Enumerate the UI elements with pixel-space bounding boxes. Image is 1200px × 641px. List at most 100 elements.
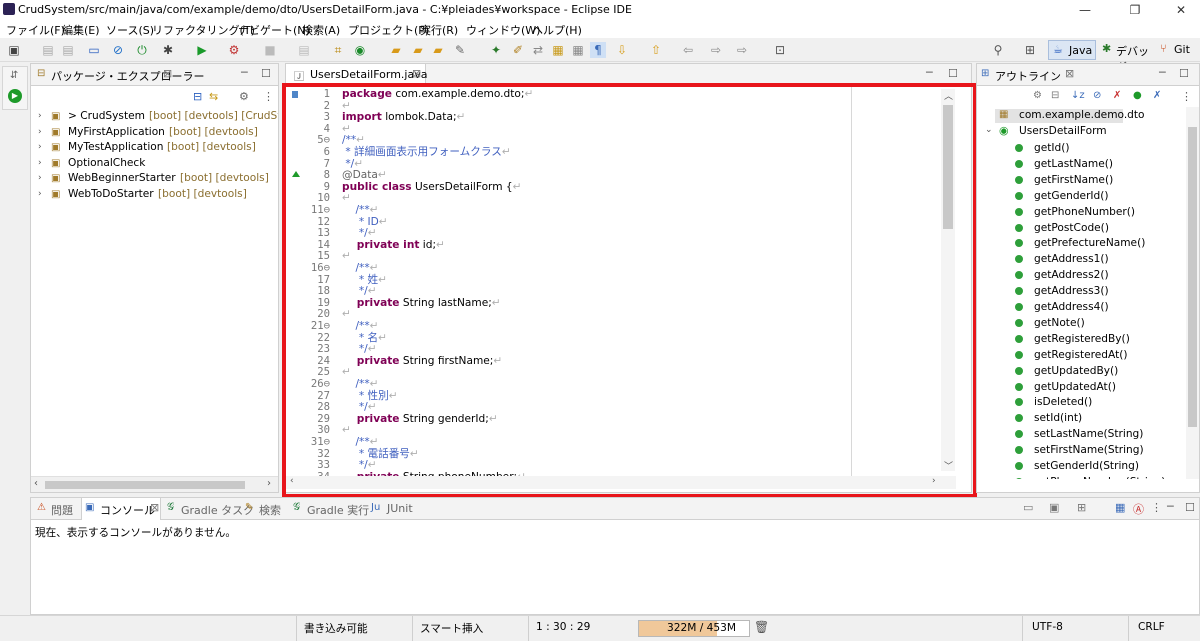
terminal-icon[interactable]: ▭ bbox=[86, 42, 102, 58]
close-editor-icon[interactable]: ⊠ bbox=[412, 67, 421, 80]
outline-scrollbar[interactable] bbox=[1186, 107, 1199, 479]
debug-perspective-button[interactable]: ✱ デバッグ bbox=[1100, 40, 1154, 74]
scroll-right-icon[interactable]: › bbox=[267, 478, 271, 489]
forward-dropdown-icon[interactable]: ⇨ bbox=[734, 42, 750, 58]
filter-icon[interactable]: ⚙ bbox=[239, 90, 249, 103]
forward-icon[interactable]: ⇨ bbox=[708, 42, 724, 58]
show-whitespace-icon[interactable]: ¶ bbox=[590, 42, 606, 58]
expand-class-icon[interactable]: ⌄ bbox=[985, 125, 993, 135]
code-line[interactable]: 22 * 名↵ bbox=[306, 332, 846, 345]
menu-search[interactable]: 検索(A) bbox=[302, 22, 340, 38]
hide-local-types-icon[interactable]: ✗ bbox=[1153, 90, 1161, 101]
run-icon[interactable]: ▶ bbox=[194, 42, 210, 58]
menu-run[interactable]: 実行(R) bbox=[420, 22, 458, 38]
relaunch-icon[interactable]: ▤ bbox=[296, 42, 312, 58]
tab-problems[interactable]: 問題 bbox=[51, 502, 73, 518]
tab-search[interactable]: 検索 bbox=[259, 502, 281, 518]
close-view-icon[interactable]: ⊠ bbox=[163, 67, 172, 80]
editor-scroll-right-icon[interactable]: › bbox=[932, 476, 936, 486]
scroll-thumb[interactable] bbox=[45, 481, 245, 489]
outline-member[interactable]: getUpdatedBy() bbox=[1015, 364, 1118, 380]
code-line[interactable]: 12 * ID↵ bbox=[306, 216, 846, 229]
spring-boot-icon[interactable]: ⏻ bbox=[134, 42, 150, 58]
outline-member[interactable]: getAddress4() bbox=[1015, 300, 1109, 316]
minimize-outline-icon[interactable]: ─ bbox=[1159, 66, 1166, 79]
toggle-mark-icon[interactable]: ✐ bbox=[510, 42, 526, 58]
scroll-left-icon[interactable]: ‹ bbox=[34, 478, 38, 489]
display-console-icon[interactable]: ▣ bbox=[1049, 501, 1059, 514]
java-perspective-button[interactable]: ☕ Java bbox=[1048, 40, 1096, 60]
code-line[interactable]: 16⊖ /**↵ bbox=[306, 262, 846, 275]
minimize-editor-icon[interactable]: ─ bbox=[926, 66, 933, 79]
open-task-icon[interactable]: ▰ bbox=[410, 42, 426, 58]
maximize-console-icon[interactable]: ☐ bbox=[1185, 501, 1195, 514]
outline-member[interactable]: setId(int) bbox=[1015, 411, 1082, 427]
remove-launch-icon[interactable]: Ⓐ bbox=[1133, 501, 1144, 517]
outline-member[interactable]: getAddress3() bbox=[1015, 284, 1109, 300]
stop-icon[interactable]: ■ bbox=[262, 42, 278, 58]
tab-junit[interactable]: JUnit bbox=[387, 502, 413, 515]
outline-menu-icon[interactable]: ⋮ bbox=[1181, 90, 1192, 103]
outline-member[interactable]: getPrefectureName() bbox=[1015, 236, 1145, 252]
code-line[interactable]: 32 * 電話番号↵ bbox=[306, 448, 846, 461]
code-line[interactable]: 6 * 詳細画面表示用フォームクラス↵ bbox=[306, 146, 846, 159]
menu-project[interactable]: プロジェクト(P) bbox=[348, 22, 429, 38]
menu-navigate[interactable]: ナビゲート(N) bbox=[238, 22, 310, 38]
scroll-up-icon[interactable]: ︿ bbox=[944, 89, 953, 102]
outline-member[interactable]: setGenderId(String) bbox=[1015, 459, 1139, 475]
minimize-console-icon[interactable]: ─ bbox=[1167, 500, 1174, 513]
code-line[interactable]: 7 */↵ bbox=[306, 158, 846, 171]
sort-az-icon[interactable]: ↓z bbox=[1071, 90, 1085, 101]
skip-breakpoints-icon[interactable]: ⊘ bbox=[110, 42, 126, 58]
minimize-button[interactable]: — bbox=[1062, 0, 1108, 20]
expand-icon[interactable]: › bbox=[38, 156, 42, 172]
code-line[interactable]: 21⊖ /**↵ bbox=[306, 320, 846, 333]
open-console-icon[interactable]: ▭ bbox=[1023, 501, 1033, 514]
outline-member[interactable]: getRegisteredAt() bbox=[1015, 348, 1128, 364]
editor-tab-active[interactable]: 🄹 UsersDetailForm.java ⊠ bbox=[286, 64, 427, 86]
status-encoding[interactable]: UTF-8 bbox=[1032, 621, 1063, 633]
pin-console-icon[interactable]: ▦ bbox=[1115, 501, 1125, 514]
marker-icon[interactable]: ✦ bbox=[488, 42, 504, 58]
git-perspective-button[interactable]: ⑂ Git bbox=[1158, 40, 1198, 60]
code-line[interactable]: 19 private String lastName;↵ bbox=[306, 297, 846, 310]
open-perspective-icon[interactable]: ⊞ bbox=[1022, 42, 1038, 58]
close-button[interactable]: ✕ bbox=[1158, 0, 1200, 20]
new-class-icon[interactable]: ◉ bbox=[352, 42, 368, 58]
code-editor[interactable]: 1 package com.example.demo.dto;↵ 2 ↵ 3 import… bbox=[286, 87, 971, 492]
external-tools-icon[interactable]: ⚙ bbox=[226, 42, 242, 58]
previous-edit-icon[interactable]: ⇧ bbox=[648, 42, 664, 58]
code-line[interactable]: 27 * 性別↵ bbox=[306, 390, 846, 403]
new-java-project-icon[interactable]: ⌗ bbox=[330, 42, 346, 58]
code-line[interactable]: 1 package com.example.demo.dto;↵ bbox=[306, 88, 846, 101]
outline-member[interactable]: getNote() bbox=[1015, 316, 1085, 332]
code-line[interactable]: 20 ↵ bbox=[306, 309, 846, 321]
code-line[interactable]: 4 ↵ bbox=[306, 123, 846, 136]
outline-member[interactable]: getAddress1() bbox=[1015, 252, 1109, 268]
garbage-collect-icon[interactable]: 🗑 bbox=[754, 620, 769, 634]
hide-fields-icon[interactable]: ⊘ bbox=[1093, 90, 1101, 101]
open-type-icon[interactable]: ▰ bbox=[388, 42, 404, 58]
status-line-ending[interactable]: CRLF bbox=[1138, 621, 1165, 633]
outline-member[interactable]: getFirstName() bbox=[1015, 173, 1113, 189]
maximize-view-icon[interactable]: ☐ bbox=[261, 67, 271, 80]
outline-class[interactable]: UsersDetailForm bbox=[1019, 125, 1107, 137]
back-icon[interactable]: ⇦ bbox=[680, 42, 696, 58]
code-line[interactable]: 17 * 姓↵ bbox=[306, 274, 846, 287]
save-all-icon[interactable]: ▤ bbox=[60, 42, 76, 58]
code-line[interactable]: 24 private String firstName;↵ bbox=[306, 355, 846, 368]
hide-static-icon[interactable]: ✗ bbox=[1113, 90, 1121, 101]
code-line[interactable]: 30 ↵ bbox=[306, 425, 846, 437]
scroll-down-icon[interactable]: ﹀ bbox=[944, 459, 953, 472]
outline-member[interactable]: setLastName(String) bbox=[1015, 427, 1143, 443]
expand-icon[interactable]: › bbox=[38, 140, 42, 156]
tab-gradle-tasks[interactable]: Gradle タスク bbox=[181, 502, 254, 518]
minimize-view-icon[interactable]: ─ bbox=[241, 66, 248, 79]
menu-edit[interactable]: 編集(E) bbox=[62, 22, 100, 38]
expand-icon[interactable]: › bbox=[38, 125, 42, 141]
editor-horizontal-scrollbar[interactable]: ‹ › bbox=[286, 476, 956, 489]
outline-collapse-icon[interactable]: ⊟ bbox=[1051, 90, 1059, 101]
tab-console-active[interactable]: ▣ コンソール ⊠ bbox=[81, 498, 161, 520]
next-edit-icon[interactable]: ⇩ bbox=[614, 42, 630, 58]
vertical-scroll-thumb[interactable] bbox=[943, 105, 953, 229]
